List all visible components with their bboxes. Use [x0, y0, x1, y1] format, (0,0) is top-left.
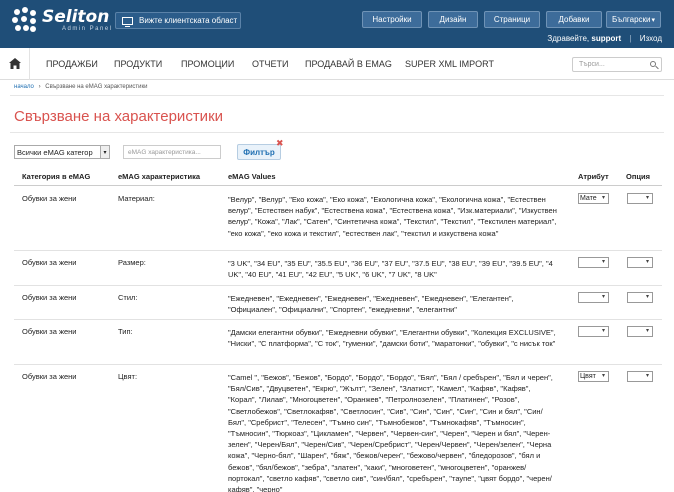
- divider: [10, 132, 664, 133]
- search-input[interactable]: Търси...: [572, 57, 662, 72]
- breadcrumb-separator: ›: [38, 84, 41, 90]
- chevron-down-icon: ▾: [100, 146, 109, 158]
- attribute-value: Цвят: [580, 373, 596, 380]
- client-area-button[interactable]: Вижте клиентската област: [115, 12, 241, 29]
- user-greeting: Здравейте, support | Изход: [547, 34, 662, 43]
- nav-pages[interactable]: Страници: [484, 11, 540, 28]
- breadcrumb: начало › Свързване на eMAG характеристик…: [14, 84, 148, 90]
- chevron-down-icon: ▾: [645, 259, 649, 265]
- user-name[interactable]: support: [591, 34, 621, 43]
- characteristic-input[interactable]: eMAG характеристика...: [123, 145, 221, 159]
- chevron-down-icon: ▾: [601, 294, 605, 300]
- row-characteristic: Цвят:: [118, 372, 138, 381]
- breadcrumb-home[interactable]: начало: [14, 84, 34, 90]
- search-icon: [650, 61, 656, 67]
- nav-sales[interactable]: ПРОДАЖБИ: [46, 59, 98, 69]
- chevron-down-icon: ▾: [601, 328, 605, 334]
- top-bar: Seliton Admin Panel Вижте клиентската об…: [0, 0, 674, 48]
- option-select[interactable]: ▾: [627, 371, 653, 382]
- chevron-down-icon: ▾: [601, 195, 605, 201]
- row-characteristic: Материал:: [118, 194, 155, 203]
- logo[interactable]: Seliton Admin Panel: [12, 7, 113, 33]
- nav-products[interactable]: ПРОДУКТИ: [114, 59, 162, 69]
- logout-link[interactable]: Изход: [640, 34, 662, 43]
- attribute-select[interactable]: Мате ▾: [578, 193, 609, 204]
- attribute-value: Мате: [580, 195, 597, 202]
- characteristic-placeholder: eMAG характеристика...: [128, 148, 201, 156]
- option-select[interactable]: ▾: [627, 292, 653, 303]
- row-values: "3 UK", "34 EU", "35 EU", "35.5 EU", "36…: [228, 259, 553, 280]
- nav-promotions[interactable]: ПРОМОЦИИ: [181, 59, 234, 69]
- row-values: "Дамски елегантни обувки", "Ежедневни об…: [228, 328, 556, 349]
- header-characteristic: eMAG характеристика: [118, 172, 201, 181]
- row-values: "Camel ", "Бежов", "Бежов", "Бордо", "Бо…: [228, 373, 553, 492]
- language-label: Български: [612, 15, 651, 24]
- chevron-down-icon: ▾: [645, 195, 649, 201]
- header-category: Категория в eMAG: [22, 172, 91, 181]
- row-values: "Ежедневен", "Ежедневен", "Ежедневен", "…: [228, 294, 514, 315]
- category-select[interactable]: Всички eMAG категор ▾: [14, 145, 110, 159]
- filter-button[interactable]: Филтър: [237, 144, 281, 160]
- nav-settings[interactable]: Настройки: [362, 11, 422, 28]
- language-dropdown[interactable]: Български ▾: [606, 11, 661, 28]
- option-select[interactable]: ▾: [627, 257, 653, 268]
- nav-reports[interactable]: ОТЧЕТИ: [252, 59, 288, 69]
- row-characteristic: Размер:: [118, 258, 146, 267]
- chevron-down-icon: ▾: [651, 16, 655, 24]
- row-category: Обувки за жени: [22, 293, 77, 302]
- attribute-select[interactable]: Цвят ▾: [578, 371, 609, 382]
- attribute-select[interactable]: ▾: [578, 326, 609, 337]
- search-placeholder: Търси...: [579, 61, 605, 68]
- table-row: Обувки за жени Цвят: "Camel ", "Бежов", …: [14, 365, 662, 492]
- clear-filter-icon[interactable]: ✖: [276, 138, 284, 149]
- table-row: Обувки за жени Материал: "Велур", "Велур…: [14, 187, 662, 251]
- row-category: Обувки за жени: [22, 194, 77, 203]
- chevron-down-icon: ▾: [601, 373, 605, 379]
- nav-addons[interactable]: Добавки: [546, 11, 602, 28]
- divider: [10, 95, 664, 96]
- attribute-select[interactable]: ▾: [578, 292, 609, 303]
- logo-subtitle: Admin Panel: [62, 26, 113, 32]
- row-category: Обувки за жени: [22, 258, 77, 267]
- table-row: Обувки за жени Размер: "3 UK", "34 EU", …: [14, 251, 662, 286]
- table-row: Обувки за жени Тип: "Дамски елегантни об…: [14, 320, 662, 365]
- logo-name: Seliton: [42, 7, 110, 27]
- home-icon[interactable]: [0, 47, 30, 80]
- header-attribute: Атрибут: [578, 172, 609, 181]
- greeting-text: Здравейте,: [547, 34, 590, 43]
- chevron-down-icon: ▾: [645, 328, 649, 334]
- option-select[interactable]: ▾: [627, 193, 653, 204]
- row-category: Обувки за жени: [22, 327, 77, 336]
- chevron-down-icon: ▾: [645, 373, 649, 379]
- header-option: Опция: [626, 172, 650, 181]
- category-select-value: Всички eMAG категор: [17, 147, 93, 157]
- nav-sell-emag[interactable]: ПРОДАВАЙ В EMAG: [305, 59, 392, 69]
- row-characteristic: Тип:: [118, 327, 133, 336]
- monitor-icon: [122, 16, 133, 27]
- row-values: "Велур", "Велур", "Еко кожа", "Еко кожа"…: [228, 195, 557, 238]
- table-row: Обувки за жени Стил: "Ежедневен", "Ежедн…: [14, 286, 662, 320]
- client-area-label: Вижте клиентската област: [139, 16, 238, 25]
- main-nav: ПРОДАЖБИ ПРОДУКТИ ПРОМОЦИИ ОТЧЕТИ ПРОДАВ…: [0, 47, 674, 80]
- page-title: Свързване на характеристики: [14, 108, 224, 125]
- attribute-select[interactable]: ▾: [578, 257, 609, 268]
- nav-design[interactable]: Дизайн: [428, 11, 478, 28]
- logo-icon: [12, 7, 38, 33]
- row-characteristic: Стил:: [118, 293, 138, 302]
- nav-super-xml[interactable]: SUPER XML IMPORT: [405, 59, 494, 69]
- table-header: Категория в eMAG eMAG характеристика eMA…: [14, 170, 662, 186]
- chevron-down-icon: ▾: [601, 259, 605, 265]
- option-select[interactable]: ▾: [627, 326, 653, 337]
- breadcrumb-current: Свързване на eMAG характеристики: [45, 84, 148, 90]
- header-values: eMAG Values: [228, 172, 276, 181]
- chevron-down-icon: ▾: [645, 294, 649, 300]
- row-category: Обувки за жени: [22, 372, 77, 381]
